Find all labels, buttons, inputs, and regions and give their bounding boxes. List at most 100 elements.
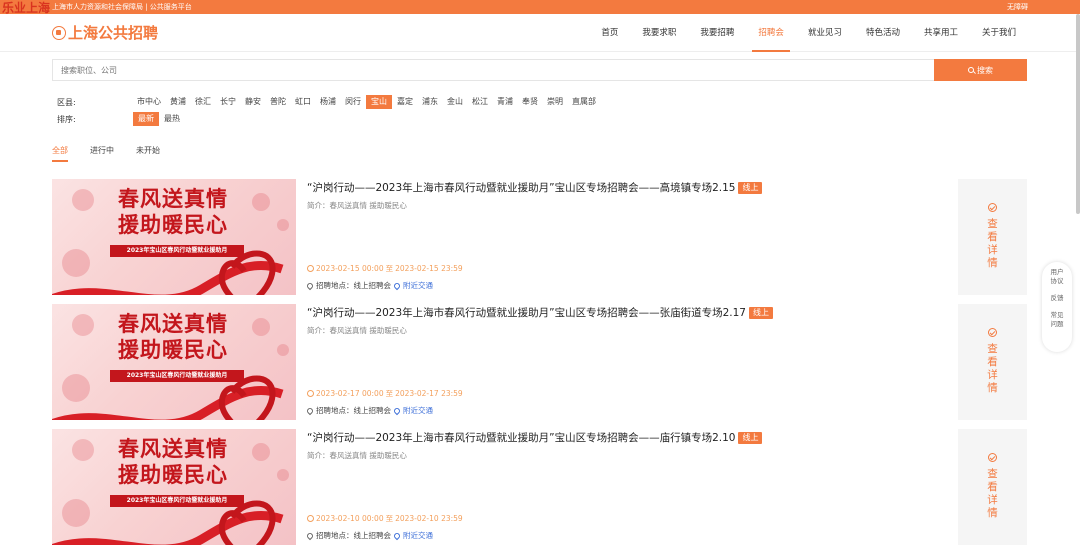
site-subtitle: 上海市人力资源和社会保障局 | 公共服务平台 [52,3,192,11]
district-option[interactable]: 市中心 [133,95,165,109]
transport-pin-icon [392,531,402,540]
heart-decoration [252,193,270,211]
search-icon [968,67,974,73]
district-option[interactable]: 直属部 [568,95,600,109]
district-option[interactable]: 普陀 [266,95,290,109]
accessibility-link[interactable]: 无障碍 [1007,3,1028,11]
location-pin-icon [305,406,315,415]
district-option[interactable]: 杨浦 [316,95,340,109]
banner-strip: 2023年宝山区春风行动暨就业援助月 [110,245,244,257]
fair-date-range: 2023-02-15 00:00 至 2023-02-15 23:59 [307,263,463,274]
district-option[interactable]: 金山 [443,95,467,109]
view-detail-label: 查看详情 [987,343,998,394]
fair-card: 春风送真情 援助暖民心 2023年宝山区春风行动暨就业援助月 “沪岗行动——2023年… [52,304,1027,420]
district-option[interactable]: 松江 [468,95,492,109]
nav-item-3[interactable]: 招聘会 [746,14,796,52]
heart-decoration [62,374,90,402]
tab-1[interactable]: 进行中 [90,145,114,162]
fair-place: 招聘地点：线上招聘会 [316,281,391,290]
district-option[interactable]: 嘉定 [393,95,417,109]
view-detail-label: 查看详情 [987,218,998,269]
banner-line-2: 援助暖民心 [118,212,228,237]
district-option[interactable]: 闵行 [341,95,365,109]
district-option[interactable]: 青浦 [493,95,517,109]
site-logo[interactable]: 乐业上海 [2,2,50,14]
online-badge: 线上 [738,182,763,194]
tab-2[interactable]: 未开始 [136,145,160,162]
sidebar-link-0[interactable]: 用户协议 [1050,268,1064,286]
date-separator: 至 [385,514,394,523]
view-detail-button[interactable]: 查看详情 [958,304,1027,420]
online-badge: 线上 [738,432,763,444]
district-option[interactable]: 长宁 [216,95,240,109]
nav-item-6[interactable]: 共享用工 [912,14,970,52]
nearby-transport-label: 附近交通 [403,531,433,540]
heart-decoration [252,443,270,461]
heart-decoration [72,439,94,461]
clock-icon [307,265,314,272]
sidebar-link-1[interactable]: 反馈 [1050,294,1064,303]
district-option[interactable]: 虹口 [291,95,315,109]
fair-banner-image[interactable]: 春风送真情 援助暖民心 2023年宝山区春风行动暨就业援助月 [52,304,296,420]
search-input[interactable] [52,59,934,81]
district-option[interactable]: 黄浦 [166,95,190,109]
page-scrollbar[interactable] [1076,14,1080,214]
search-button-label: 搜索 [977,65,993,75]
fair-end: 2023-02-10 23:59 [395,514,463,523]
nav-item-4[interactable]: 就业见习 [796,14,854,52]
tab-0[interactable]: 全部 [52,145,68,162]
district-option[interactable]: 静安 [241,95,265,109]
fair-banner-image[interactable]: 春风送真情 援助暖民心 2023年宝山区春风行动暨就业援助月 [52,429,296,545]
fair-title[interactable]: “沪岗行动——2023年上海市春风行动暨就业援助月”宝山区专场招聘会——庙行镇专… [307,431,947,445]
sort-option[interactable]: 最新 [133,112,159,126]
search-button[interactable]: 搜索 [934,59,1027,81]
fair-intro: 简介：春风送真情 援助暖民心 [307,326,407,335]
nav-item-1[interactable]: 我要求职 [630,14,688,52]
fair-title[interactable]: “沪岗行动——2023年上海市春风行动暨就业援助月”宝山区专场招聘会——高境镇专… [307,181,947,195]
nav-item-2[interactable]: 我要招聘 [688,14,746,52]
fair-title[interactable]: “沪岗行动——2023年上海市春风行动暨就业援助月”宝山区专场招聘会——张庙街道… [307,306,947,320]
nearby-transport-link[interactable]: 附近交通 [392,530,433,541]
fair-location: 招聘地点：线上招聘会 附近交通 [305,280,433,291]
view-detail-button[interactable]: 查看详情 [958,179,1027,295]
district-options: 市中心 黄浦 徐汇 长宁 静安 普陀 虹口 杨浦 闵行 宝山 嘉定 浦东 金山 松江 青浦 奉贤 崇明 直属部 [133,95,601,109]
banner-strip: 2023年宝山区春风行动暨就业援助月 [110,370,244,382]
district-option[interactable]: 奉贤 [518,95,542,109]
floating-sidebar: 用户协议反馈常见问题 [1042,262,1072,352]
nearby-transport-link[interactable]: 附近交通 [392,405,433,416]
nearby-transport-link[interactable]: 附近交通 [392,280,433,291]
fair-list: 春风送真情 援助暖民心 2023年宝山区春风行动暨就业援助月 “沪岗行动——2023年… [52,179,1027,554]
brand-name: 上海公共招聘 [68,24,159,42]
brand-logo[interactable]: 上海公共招聘 [52,22,158,43]
fair-info: “沪岗行动——2023年上海市春风行动暨就业援助月”宝山区专场招聘会——张庙街道… [305,304,947,420]
district-option[interactable]: 宝山 [366,95,392,109]
main-nav: 上海公共招聘 首页 我要求职 我要招聘 招聘会 就业见习 特色活动 共享用工 关于我们 [0,14,1080,52]
top-bar: 乐业上海 上海市人力资源和社会保障局 | 公共服务平台 无障碍 [0,0,1080,14]
sort-option[interactable]: 最热 [160,112,184,126]
location-pin-icon [305,281,315,290]
check-circle-icon [988,453,997,462]
nav-menu: 首页 我要求职 我要招聘 招聘会 就业见习 特色活动 共享用工 关于我们 [589,14,1028,52]
district-option[interactable]: 浦东 [418,95,442,109]
district-option[interactable]: 崇明 [543,95,567,109]
check-circle-icon [988,328,997,337]
sidebar-link-2[interactable]: 常见问题 [1050,311,1064,329]
heart-decoration [72,314,94,336]
fair-start: 2023-02-17 00:00 [316,389,384,398]
check-circle-icon [988,203,997,212]
banner-line-2: 援助暖民心 [118,462,228,487]
online-badge: 线上 [748,307,773,319]
date-separator: 至 [385,264,394,273]
district-option[interactable]: 徐汇 [191,95,215,109]
transport-pin-icon [392,406,402,415]
fair-banner-image[interactable]: 春风送真情 援助暖民心 2023年宝山区春风行动暨就业援助月 [52,179,296,295]
clock-icon [307,390,314,397]
nav-item-7[interactable]: 关于我们 [970,14,1028,52]
location-pin-icon [305,531,315,540]
nav-item-0[interactable]: 首页 [589,14,630,52]
date-separator: 至 [385,389,394,398]
view-detail-button[interactable]: 查看详情 [958,429,1027,545]
nav-item-5[interactable]: 特色活动 [854,14,912,52]
fair-info: “沪岗行动——2023年上海市春风行动暨就业援助月”宝山区专场招聘会——庙行镇专… [305,429,947,545]
heart-decoration [62,499,90,527]
